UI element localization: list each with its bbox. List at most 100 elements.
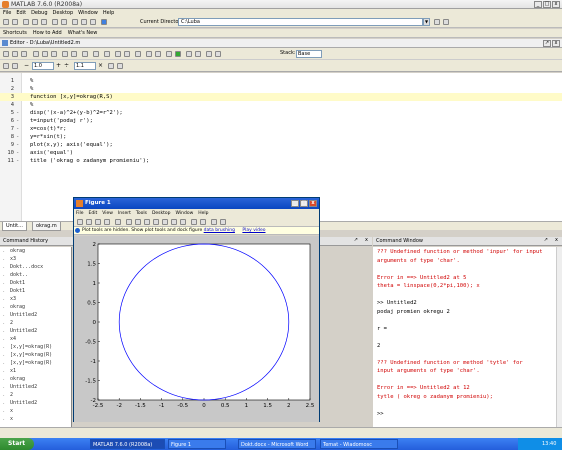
line-marker[interactable]: -	[16, 117, 19, 125]
simulink-icon[interactable]	[72, 19, 78, 25]
help-icon[interactable]	[101, 19, 107, 25]
editor-close-button[interactable]: x	[552, 40, 560, 47]
step-in-icon[interactable]	[186, 51, 192, 57]
hide-plot-tools-icon[interactable]	[211, 219, 217, 225]
circle-plot[interactable]: -2.5 -2 -1.5 -1 -0.5 0 0.5 1 1.5 2 2.5-2-1.5-1-0.5…	[74, 236, 319, 422]
fig-menu-edit[interactable]: Edit	[89, 211, 98, 216]
zoom-a-input[interactable]: 1.0	[32, 62, 54, 70]
start-button[interactable]: Start	[0, 438, 34, 450]
history-item[interactable]: okrag	[10, 248, 25, 254]
open-file-icon[interactable]	[86, 219, 92, 225]
run-icon[interactable]	[175, 51, 181, 57]
arrow-icon[interactable]	[135, 51, 141, 57]
history-item[interactable]: Untitled2	[10, 400, 37, 406]
task-message[interactable]: Temat - Wiadomosc	[320, 439, 398, 449]
history-item[interactable]: x3	[10, 296, 16, 302]
browse-folder-icon[interactable]	[434, 19, 440, 25]
step-out-icon[interactable]	[195, 51, 201, 57]
history-item[interactable]: Dokt1	[10, 288, 25, 294]
save-icon[interactable]	[95, 219, 101, 225]
shortcuts-link[interactable]: Shortcuts	[3, 30, 27, 36]
task-figure[interactable]: Figure 1	[168, 439, 226, 449]
tab-okrag[interactable]: okrag.m	[32, 222, 61, 231]
undock-icon[interactable]: ↗	[544, 237, 548, 243]
cell-icon[interactable]	[3, 63, 9, 69]
command-window[interactable]: ??? Undefined function or method 'inpur'…	[373, 247, 562, 427]
line-marker[interactable]: -	[16, 157, 19, 165]
back-icon[interactable]	[115, 51, 121, 57]
fig-menu-file[interactable]: File	[76, 211, 84, 216]
history-item[interactable]: [x,y]=okrag(R)	[10, 352, 52, 358]
code-line[interactable]: 11- title ('okrag o zadanym promieniu');	[0, 157, 562, 165]
new-file-icon[interactable]	[3, 19, 9, 25]
profiler-icon[interactable]	[90, 19, 96, 25]
history-item[interactable]: x	[10, 408, 13, 414]
editor-undock-button[interactable]: ↗	[543, 40, 551, 47]
history-item[interactable]: x1	[10, 368, 16, 374]
print-icon[interactable]	[82, 51, 88, 57]
find-icon[interactable]	[93, 51, 99, 57]
paste-icon[interactable]	[41, 19, 47, 25]
undo-icon[interactable]	[62, 51, 68, 57]
zoom-out-icon[interactable]	[135, 219, 141, 225]
menu-desktop[interactable]: Desktop	[53, 10, 74, 16]
multiply-icon[interactable]: ×	[98, 62, 103, 69]
task-word[interactable]: Dokt.docx - Microsoft Word	[238, 439, 316, 449]
show-cell-icon[interactable]	[117, 63, 123, 69]
clear-breakpoints-icon[interactable]	[155, 51, 161, 57]
minimize-button[interactable]: _	[534, 1, 542, 8]
history-item[interactable]: x4	[10, 336, 16, 342]
line-marker[interactable]: -	[16, 141, 19, 149]
undo-icon[interactable]	[52, 19, 58, 25]
set-breakpoint-icon[interactable]	[146, 51, 152, 57]
fig-menu-view[interactable]: View	[102, 211, 113, 216]
code-line[interactable]: 1%	[0, 77, 562, 85]
up-folder-icon[interactable]	[443, 19, 449, 25]
close-icon[interactable]: x	[555, 237, 558, 243]
fig-menu-insert[interactable]: Insert	[118, 211, 131, 216]
cut-icon[interactable]	[33, 51, 39, 57]
line-marker[interactable]: -	[16, 149, 19, 157]
zoom-b-input[interactable]: 1.1	[74, 62, 96, 70]
menu-edit[interactable]: Edit	[16, 10, 26, 16]
history-item[interactable]: [x,y]=okrag(R)	[10, 360, 52, 366]
data-brushing-link[interactable]: data brushing	[204, 228, 235, 233]
forward-icon[interactable]	[124, 51, 130, 57]
cut-icon[interactable]	[23, 19, 29, 25]
rotate-icon[interactable]	[153, 219, 159, 225]
fig-menu-window[interactable]: Window	[176, 211, 194, 216]
code-line[interactable]: 7- x=cos(t)*r;	[0, 125, 562, 133]
history-item[interactable]: Untitled2	[10, 328, 37, 334]
history-item[interactable]: x3	[10, 256, 16, 262]
fig-menu-tools[interactable]: Tools	[136, 211, 147, 216]
guide-icon[interactable]	[81, 19, 87, 25]
how-to-add-link[interactable]: How to Add	[33, 30, 62, 36]
history-item[interactable]: [x,y]=okrag(R)	[10, 344, 52, 350]
minus-icon[interactable]: −	[24, 62, 29, 69]
tab-untitled[interactable]: Untit...	[2, 222, 27, 231]
code-line[interactable]: 3 function [x,y]=okrag(R,S)	[0, 93, 562, 101]
paste-icon[interactable]	[51, 51, 57, 57]
line-marker[interactable]: -	[16, 125, 19, 133]
history-item[interactable]: x	[10, 416, 13, 422]
maximize-button[interactable]: □	[543, 1, 551, 8]
continue-icon[interactable]	[206, 51, 212, 57]
history-item[interactable]: 2	[10, 320, 13, 326]
figure-maximize-button[interactable]: □	[300, 200, 308, 207]
brush-icon[interactable]	[171, 219, 177, 225]
data-cursor-icon[interactable]	[162, 219, 168, 225]
link-icon[interactable]	[180, 219, 186, 225]
code-line[interactable]: 9- plot(x,y); axis('equal');	[0, 141, 562, 149]
save-icon[interactable]	[21, 51, 27, 57]
new-file-icon[interactable]	[3, 51, 9, 57]
history-item[interactable]: dokt..	[10, 272, 28, 278]
history-item[interactable]: 2	[10, 392, 13, 398]
history-item[interactable]: Dokt...docx	[10, 264, 43, 270]
new-figure-icon[interactable]	[77, 219, 83, 225]
code-line[interactable]: 10- axis('equal')	[0, 149, 562, 157]
figure-minimize-button[interactable]: _	[291, 200, 299, 207]
code-line[interactable]: 4%	[0, 101, 562, 109]
task-matlab[interactable]: MATLAB 7.6.0 (R2008a)	[90, 439, 165, 449]
current-directory-input[interactable]: C:\Luba	[178, 18, 423, 26]
play-video-link[interactable]: Play video	[242, 228, 265, 233]
